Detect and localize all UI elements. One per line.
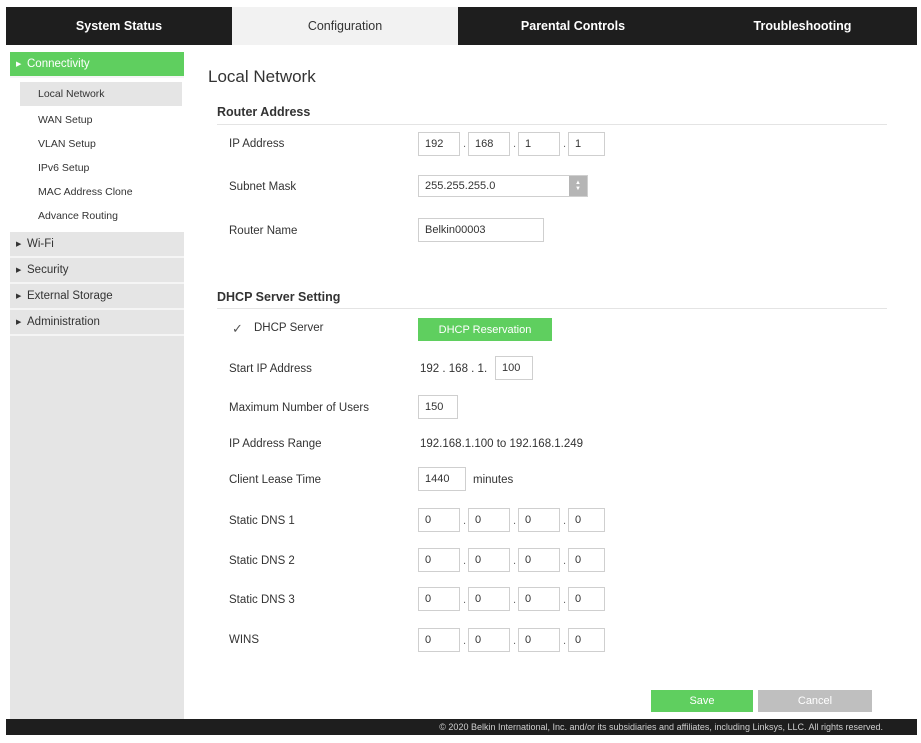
select-arrows-icon: ▲ ▼ [569,176,587,196]
caret-right-icon: ▶ [16,241,22,248]
subnet-mask-value: 255.255.255.0 [425,180,496,192]
static-dns-3-label: Static DNS 3 [229,594,295,606]
section-divider [217,124,887,125]
dhcp-heading: DHCP Server Setting [217,290,341,304]
octet-separator: . [513,555,517,567]
octet-separator: . [513,138,517,150]
dns3-octet-4-input[interactable]: 0 [568,587,605,611]
dns3-octet-3-input[interactable]: 0 [518,587,560,611]
top-tab-bar: System Status Configuration Parental Con… [6,7,917,45]
dns1-octet-3-input[interactable]: 0 [518,508,560,532]
sidebar-subitem-wan-setup[interactable]: WAN Setup [10,108,184,132]
sidebar-item-connectivity[interactable]: ▶ Connectivity [10,52,184,78]
cancel-button[interactable]: Cancel [758,690,872,712]
router-name-input[interactable]: Belkin00003 [418,218,544,242]
start-ip-last-octet-input[interactable]: 100 [495,356,533,380]
lease-time-input[interactable]: 1440 [418,467,466,491]
sidebar-item-label: Connectivity [27,58,90,70]
wins-octet-3-input[interactable]: 0 [518,628,560,652]
router-name-label: Router Name [229,225,298,237]
dns1-octet-4-input[interactable]: 0 [568,508,605,532]
octet-separator: . [463,515,467,527]
router-config-page: System Status Configuration Parental Con… [6,7,917,735]
sidebar-item-wifi[interactable]: ▶ Wi-Fi [10,232,184,258]
sidebar-subitem-mac-address-clone[interactable]: MAC Address Clone [10,180,184,204]
sidebar-subitem-local-network[interactable]: Local Network [20,82,182,106]
ip-octet-1-input[interactable]: 192 [418,132,460,156]
wins-octet-1-input[interactable]: 0 [418,628,460,652]
ip-range-label: IP Address Range [229,438,322,450]
ip-octet-3-input[interactable]: 1 [518,132,560,156]
sidebar-item-administration[interactable]: ▶ Administration [10,310,184,336]
octet-separator: . [513,635,517,647]
caret-right-icon: ▶ [16,61,22,68]
dhcp-server-label: DHCP Server [254,322,324,334]
sidebar: ▶ Connectivity Local Network WAN Setup V… [10,52,184,719]
sidebar-item-external-storage[interactable]: ▶ External Storage [10,284,184,310]
octet-separator: . [463,555,467,567]
wins-octet-4-input[interactable]: 0 [568,628,605,652]
tab-configuration[interactable]: Configuration [232,7,458,45]
octet-separator: . [463,138,467,150]
page-title: Local Network [208,67,316,86]
octet-separator: . [563,635,567,647]
dns1-octet-2-input[interactable]: 0 [468,508,510,532]
dns2-octet-2-input[interactable]: 0 [468,548,510,572]
static-dns-1-label: Static DNS 1 [229,515,295,527]
octet-separator: . [563,138,567,150]
dns2-octet-3-input[interactable]: 0 [518,548,560,572]
octet-separator: . [563,555,567,567]
wins-octet-2-input[interactable]: 0 [468,628,510,652]
static-dns-2-label: Static DNS 2 [229,555,295,567]
footer-copyright: © 2020 Belkin International, Inc. and/or… [6,719,917,735]
subnet-mask-select[interactable]: 255.255.255.0 ▲ ▼ [418,175,588,197]
octet-separator: . [463,635,467,647]
caret-right-icon: ▶ [16,267,22,274]
start-ip-prefix: 192 . 168 . 1. [420,363,488,375]
subnet-mask-label: Subnet Mask [229,181,297,193]
octet-separator: . [563,594,567,606]
dhcp-server-checkbox[interactable]: ✓ [232,321,246,336]
lease-time-label: Client Lease Time [229,474,322,486]
sidebar-subitem-advance-routing[interactable]: Advance Routing [10,204,184,228]
connectivity-submenu: Local Network WAN Setup VLAN Setup IPv6 … [10,78,184,232]
router-address-heading: Router Address [217,105,311,119]
caret-right-icon: ▶ [16,319,22,326]
dhcp-reservation-button[interactable]: DHCP Reservation [418,318,552,341]
tab-parental-controls[interactable]: Parental Controls [458,7,688,45]
max-users-input[interactable]: 150 [418,395,458,419]
section-divider [217,308,887,309]
sidebar-subitem-ipv6-setup[interactable]: IPv6 Setup [10,156,184,180]
octet-separator: . [463,594,467,606]
save-button[interactable]: Save [651,690,753,712]
ip-octet-4-input[interactable]: 1 [568,132,605,156]
tab-troubleshooting[interactable]: Troubleshooting [688,7,917,45]
ip-range-value: 192.168.1.100 to 192.168.1.249 [420,438,584,450]
caret-right-icon: ▶ [16,293,22,300]
dns2-octet-4-input[interactable]: 0 [568,548,605,572]
wins-label: WINS [229,634,260,646]
sidebar-item-label: Security [27,264,69,276]
dns3-octet-1-input[interactable]: 0 [418,587,460,611]
sidebar-item-label: Wi-Fi [27,238,54,250]
main-content: Local Network Router Address IP Address … [184,45,917,719]
octet-separator: . [513,515,517,527]
octet-separator: . [563,515,567,527]
ip-octet-2-input[interactable]: 168 [468,132,510,156]
dns2-octet-1-input[interactable]: 0 [418,548,460,572]
ip-address-label: IP Address [229,138,285,150]
sidebar-subitem-vlan-setup[interactable]: VLAN Setup [10,132,184,156]
sidebar-item-label: External Storage [27,290,113,302]
lease-time-unit: minutes [473,474,514,486]
sidebar-item-security[interactable]: ▶ Security [10,258,184,284]
sidebar-item-label: Administration [27,316,100,328]
start-ip-label: Start IP Address [229,363,312,375]
tab-system-status[interactable]: System Status [6,7,232,45]
dns3-octet-2-input[interactable]: 0 [468,587,510,611]
max-users-label: Maximum Number of Users [229,402,369,414]
octet-separator: . [513,594,517,606]
dns1-octet-1-input[interactable]: 0 [418,508,460,532]
